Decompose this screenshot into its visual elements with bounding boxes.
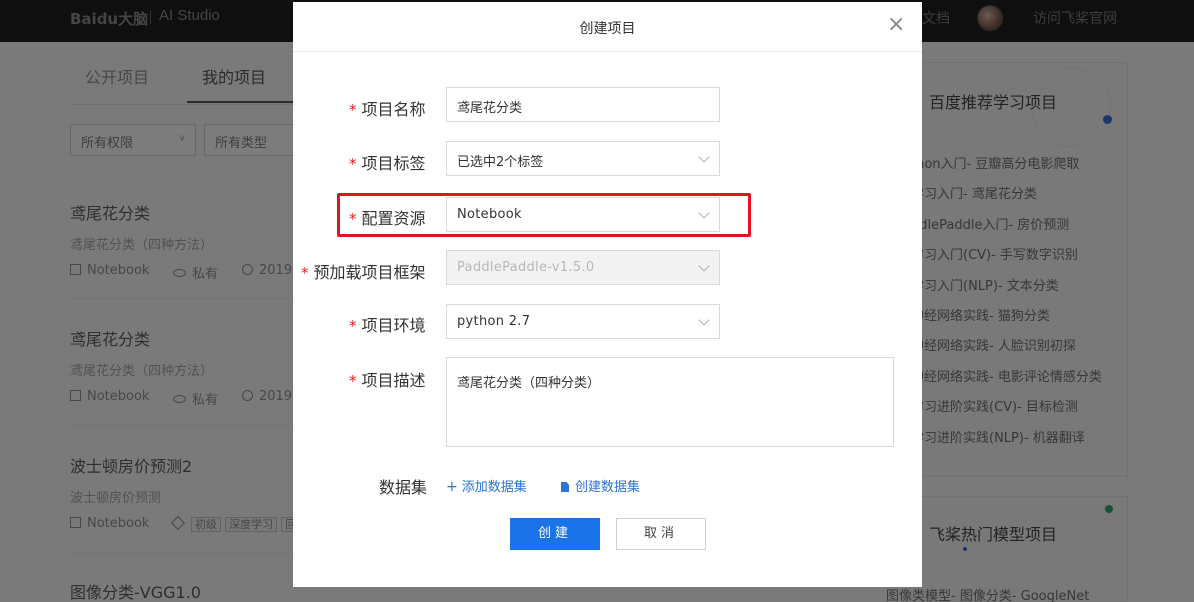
required-mark: *	[349, 372, 357, 390]
chevron-down-icon	[698, 151, 710, 163]
create-project-dialog: 创建项目 × * 项目名称 鸢尾花分类 * 项目标签 已选中2个标签 * 配置资源 N…	[293, 2, 922, 587]
description-label: * 项目描述	[349, 367, 426, 391]
required-mark: *	[301, 264, 309, 282]
select-value: PaddlePaddle-v1.5.0	[457, 260, 595, 275]
chevron-down-icon	[698, 314, 710, 326]
highlight-box	[337, 193, 751, 237]
project-name-input[interactable]: 鸢尾花分类	[446, 87, 720, 122]
label-text: 预加载项目框架	[313, 263, 426, 282]
project-tags-label: * 项目标签	[349, 150, 426, 174]
description-textarea[interactable]: 鸢尾花分类（四种分类）	[446, 357, 894, 447]
label-text: 项目标签	[361, 154, 426, 173]
close-icon[interactable]: ×	[887, 14, 905, 36]
env-label: * 项目环境	[349, 312, 426, 336]
framework-label: * 预加载项目框架	[301, 259, 426, 283]
label-text: 项目名称	[361, 100, 426, 119]
plus-icon: +	[446, 479, 458, 495]
create-dataset-text: 创建数据集	[575, 480, 641, 495]
label-text: 项目环境	[361, 316, 426, 335]
dialog-title: 创建项目	[579, 21, 636, 37]
project-name-label: * 项目名称	[349, 96, 426, 120]
cancel-button[interactable]: 取消	[616, 518, 706, 550]
required-mark: *	[349, 101, 357, 119]
create-button[interactable]: 创建	[510, 518, 600, 550]
select-value: 已选中2个标签	[457, 155, 544, 170]
project-tags-select[interactable]: 已选中2个标签	[446, 141, 720, 176]
env-select[interactable]: python 2.7	[446, 304, 720, 339]
required-mark: *	[349, 317, 357, 335]
select-value: python 2.7	[457, 314, 531, 329]
framework-select: PaddlePaddle-v1.5.0	[446, 250, 720, 285]
create-dataset-link[interactable]: 创建数据集	[561, 476, 640, 495]
add-dataset-text: 添加数据集	[461, 480, 527, 495]
dialog-header: 创建项目 ×	[293, 2, 922, 52]
file-icon	[561, 482, 569, 492]
label-text: 项目描述	[361, 371, 426, 390]
required-mark: *	[349, 155, 357, 173]
dataset-label: 数据集	[379, 478, 428, 497]
chevron-down-icon	[698, 260, 710, 272]
add-dataset-link[interactable]: + 添加数据集	[446, 476, 527, 495]
